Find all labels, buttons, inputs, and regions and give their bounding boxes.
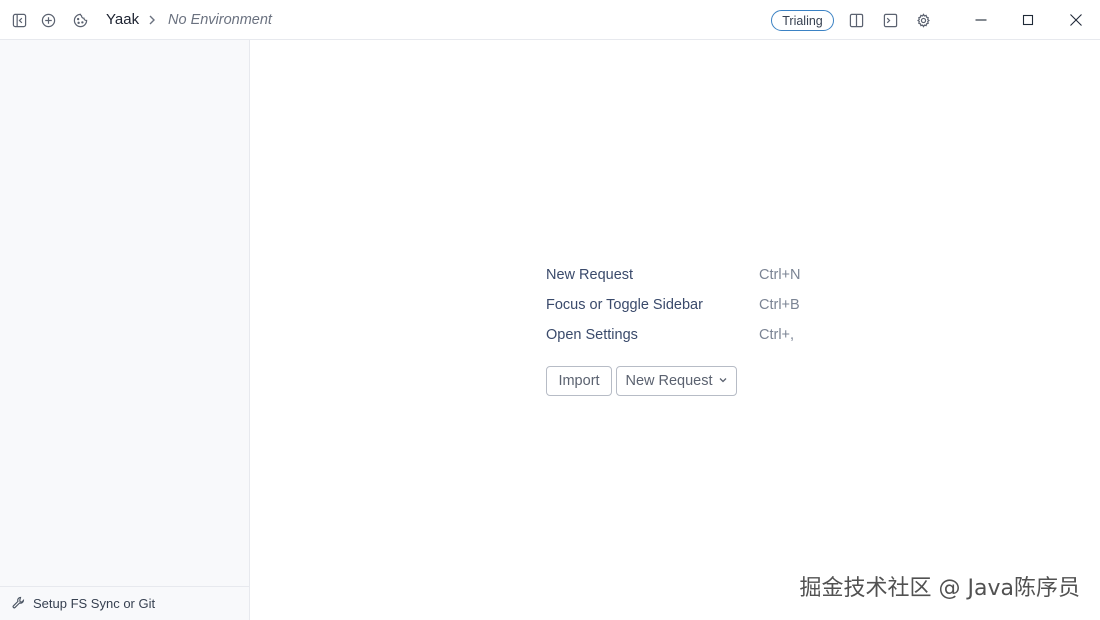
wrench-icon [12, 596, 33, 612]
import-button-label: Import [558, 373, 600, 389]
workspace-name[interactable]: Yaak [106, 11, 139, 28]
setup-sync-label: Setup FS Sync or Git [33, 596, 156, 611]
minimize-icon[interactable] [969, 8, 993, 32]
main-panel: New Request Ctrl+N Focus or Toggle Sideb… [250, 40, 1100, 620]
add-icon[interactable] [38, 10, 58, 30]
shortcut-label[interactable]: New Request [546, 267, 633, 283]
chevron-right-icon [146, 12, 158, 28]
trial-status-badge[interactable]: Trialing [771, 10, 834, 31]
shortcut-open-settings[interactable]: Open Settings Ctrl+, [546, 327, 816, 347]
shortcut-new-request[interactable]: New Request Ctrl+N [546, 267, 816, 287]
terminal-icon[interactable] [880, 10, 900, 30]
shortcut-toggle-sidebar[interactable]: Focus or Toggle Sidebar Ctrl+B [546, 297, 816, 317]
close-icon[interactable] [1064, 8, 1088, 32]
maximize-icon[interactable] [1016, 8, 1040, 32]
new-request-button-label: New Request [625, 373, 713, 389]
shortcut-keys: Ctrl+, [759, 327, 795, 343]
new-request-dropdown-button[interactable]: New Request [616, 366, 737, 396]
shortcut-label[interactable]: Focus or Toggle Sidebar [546, 297, 703, 313]
split-layout-icon[interactable] [846, 10, 866, 30]
app-window: Yaak No Environment Trialing Setup FS Sy… [0, 0, 1100, 620]
cookie-icon[interactable] [70, 10, 90, 30]
sidebar-toggle-icon[interactable] [9, 10, 29, 30]
shortcut-keys: Ctrl+N [759, 267, 801, 283]
sidebar: Setup FS Sync or Git [0, 40, 250, 620]
environment-selector[interactable]: No Environment [168, 12, 272, 28]
watermark: 掘金技术社区 @ Java陈序员 [799, 576, 1080, 601]
setup-sync-button[interactable]: Setup FS Sync or Git [0, 586, 249, 620]
shortcut-keys: Ctrl+B [759, 297, 800, 313]
chevron-down-icon [713, 373, 728, 389]
settings-gear-icon[interactable] [913, 10, 933, 30]
shortcut-label[interactable]: Open Settings [546, 327, 638, 343]
title-bar: Yaak No Environment Trialing [0, 0, 1100, 40]
import-button[interactable]: Import [546, 366, 612, 396]
